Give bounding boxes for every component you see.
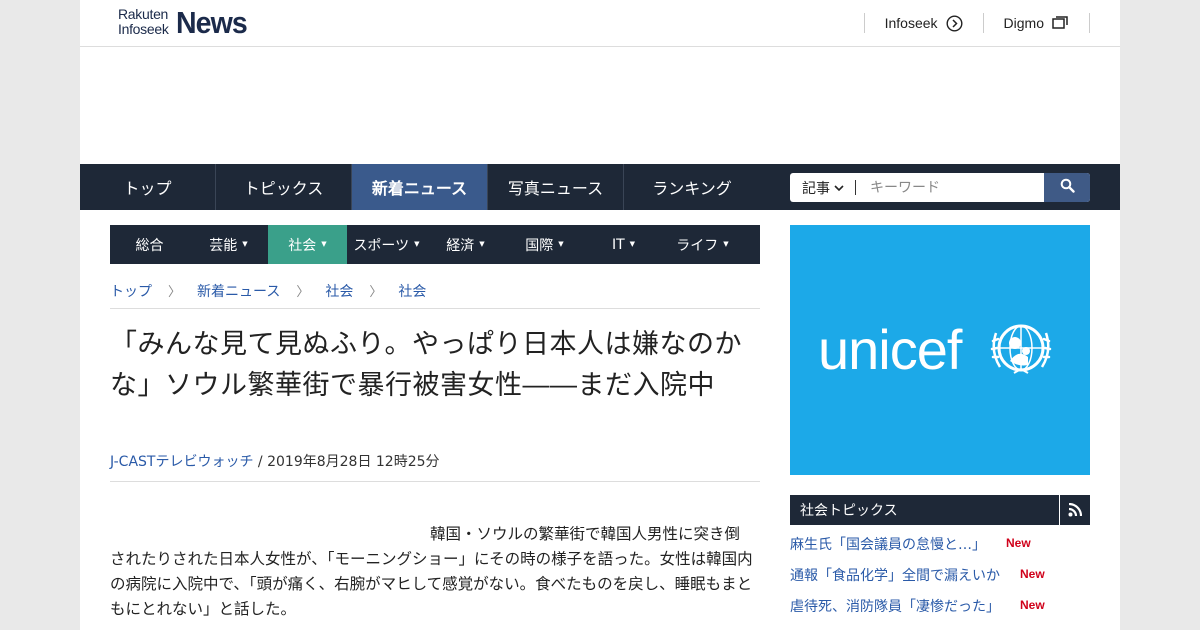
- category-sports[interactable]: スポーツ ▼: [347, 225, 426, 264]
- topic-item[interactable]: 麻生氏「国会議員の怠慢と…」 New: [790, 534, 1090, 565]
- caret-down-icon: ▼: [479, 239, 485, 248]
- search-button[interactable]: [1044, 173, 1090, 202]
- category-general[interactable]: 総合: [110, 225, 189, 264]
- category-label: 芸能: [209, 237, 238, 254]
- caret-down-icon: ▼: [321, 239, 327, 248]
- search-input[interactable]: [856, 173, 1044, 202]
- page: Rakuten Infoseek News Infoseek Digmo トップ: [80, 0, 1120, 630]
- caret-down-icon: ▼: [629, 239, 636, 248]
- article-source-link[interactable]: J-CASTテレビウォッチ: [110, 454, 253, 470]
- topic-item[interactable]: 虐待死、消防隊員「凄惨だった」 New: [790, 596, 1090, 627]
- chevron-right-icon: 〉: [296, 285, 310, 300]
- nav-photo-news[interactable]: 写真ニュース: [488, 164, 624, 210]
- category-label: スポーツ: [353, 237, 410, 254]
- search-scope-label: 記事: [802, 180, 830, 197]
- caret-down-icon: ▼: [723, 239, 729, 248]
- topic-item[interactable]: 通報「食品化学」全間で漏えいか New: [790, 565, 1090, 596]
- breadcrumb: トップ 〉 新着ニュース 〉 社会 〉 社会: [110, 281, 760, 309]
- article-date: / 2019年8月28日 12時25分: [253, 454, 440, 470]
- caret-down-icon: ▼: [242, 239, 248, 248]
- nav-top[interactable]: トップ: [80, 164, 216, 210]
- breadcrumb-society-sub[interactable]: 社会: [398, 281, 426, 301]
- topic-link[interactable]: 虐待死、消防隊員「凄惨だった」: [790, 596, 1000, 616]
- rss-icon[interactable]: [1060, 495, 1090, 525]
- logo-brand: Rakuten Infoseek: [118, 7, 169, 37]
- category-nav: 総合 芸能 ▼ 社会 ▼ スポーツ ▼ 経済 ▼ 国際 ▼ IT ▼ ライフ ▼: [110, 225, 760, 264]
- caret-down-icon: ▼: [558, 239, 564, 248]
- caret-down-icon: ▼: [414, 239, 420, 248]
- main-nav: トップ トピックス 新着ニュース 写真ニュース ランキング 記事: [80, 164, 1120, 210]
- topics-list: 麻生氏「国会議員の怠慢と…」 New 通報「食品化学」全間で漏えいか New 虐…: [790, 534, 1090, 627]
- article-body: 韓国・ソウルの繁華街で韓国人男性に突き倒されたりされた日本人女性が、「モーニング…: [110, 525, 753, 618]
- new-badge: New: [1020, 567, 1045, 581]
- topic-link[interactable]: 麻生氏「国会議員の怠慢と…」: [790, 534, 986, 554]
- logo-brand-infoseek: Infoseek: [118, 21, 169, 37]
- logo-brand-rakuten: Rakuten: [118, 6, 169, 22]
- search-box: 記事: [790, 173, 1090, 202]
- topics-header: 社会トピックス: [790, 495, 1090, 525]
- site-header: Rakuten Infoseek News Infoseek Digmo: [80, 0, 1120, 47]
- breadcrumb-latest-news[interactable]: 新着ニュース: [197, 281, 280, 301]
- chevron-right-icon: 〉: [168, 285, 182, 300]
- logo-news: News: [176, 5, 248, 40]
- category-economy[interactable]: 経済 ▼: [426, 225, 505, 264]
- search-icon: [1060, 178, 1075, 197]
- category-label: IT: [611, 236, 625, 253]
- category-international[interactable]: 国際 ▼: [505, 225, 584, 264]
- digmo-link-label: Digmo: [1003, 15, 1044, 31]
- chevron-right-icon: 〉: [369, 285, 383, 300]
- topic-link[interactable]: 通報「食品化学」全間で漏えいか: [790, 565, 1000, 585]
- infoseek-link-label: Infoseek: [884, 15, 938, 31]
- header-links: Infoseek Digmo: [863, 13, 1090, 33]
- digmo-link[interactable]: Digmo: [982, 13, 1090, 33]
- topics-title: 社会トピックス: [790, 495, 1060, 525]
- infoseek-link[interactable]: Infoseek: [863, 13, 983, 33]
- category-it[interactable]: IT ▼: [584, 225, 663, 264]
- breadcrumb-society[interactable]: 社会: [325, 281, 353, 301]
- article-title: 「みんな見て見ぬふり。やっぱり日本人は嫌なのかな」ソウル繁華街で暴行被害女性――…: [110, 329, 742, 401]
- nav-ranking[interactable]: ランキング: [624, 164, 760, 210]
- ad-banner-space: [80, 47, 1120, 164]
- arrow-circle-icon: [946, 14, 963, 32]
- category-label: 国際: [525, 237, 554, 254]
- category-label: ライフ: [676, 237, 719, 254]
- new-badge: New: [1020, 598, 1045, 612]
- windows-icon: [1052, 15, 1069, 32]
- nav-topics[interactable]: トピックス: [216, 164, 352, 210]
- category-label: 社会: [288, 237, 317, 254]
- unicef-ad[interactable]: unicef: [790, 225, 1090, 475]
- category-label: 経済: [446, 237, 475, 254]
- unicef-emblem-icon: [988, 321, 1054, 379]
- new-badge: New: [1006, 536, 1031, 550]
- category-society[interactable]: 社会 ▼: [268, 225, 347, 264]
- unicef-wordmark: unicef: [818, 318, 962, 381]
- article-meta: J-CASTテレビウォッチ / 2019年8月28日 12時25分: [110, 451, 760, 482]
- breadcrumb-top[interactable]: トップ: [110, 281, 152, 301]
- chevron-down-icon: [834, 180, 844, 196]
- search-scope-select[interactable]: 記事: [790, 173, 856, 202]
- category-entertainment[interactable]: 芸能 ▼: [189, 225, 268, 264]
- category-label: 総合: [135, 237, 164, 254]
- category-life[interactable]: ライフ ▼: [663, 225, 742, 264]
- nav-latest-news[interactable]: 新着ニュース: [352, 164, 488, 210]
